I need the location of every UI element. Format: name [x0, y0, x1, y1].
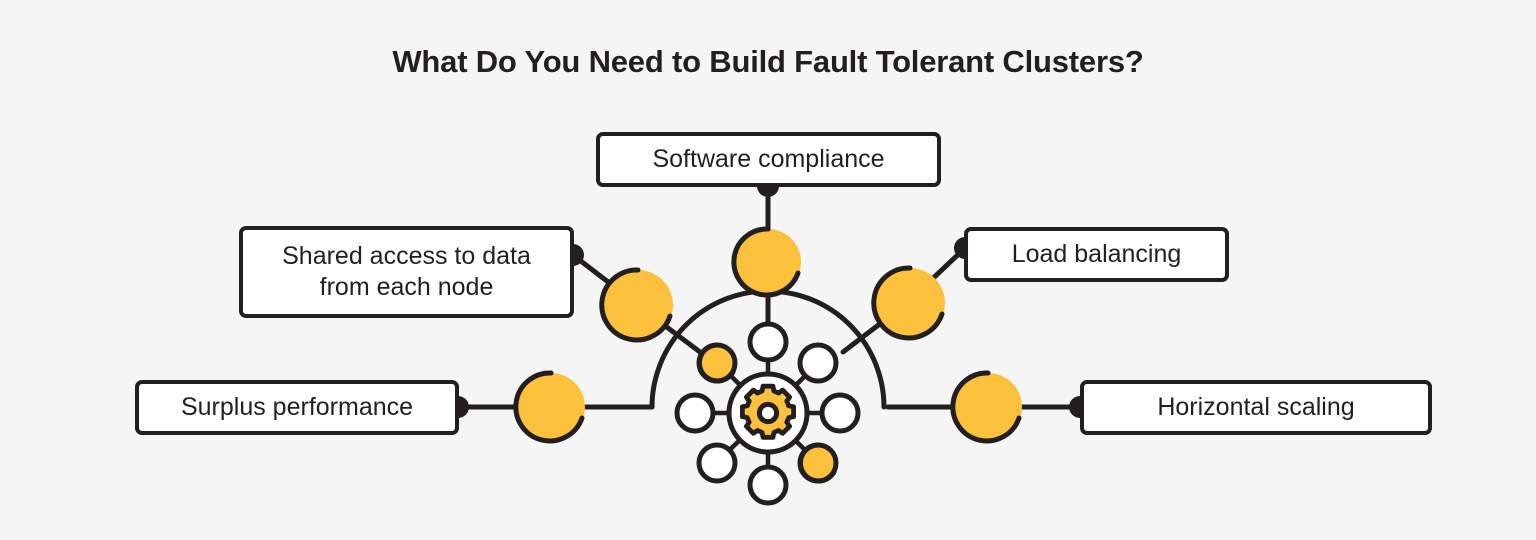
node-label-software-compliance: Software compliance [652, 145, 885, 173]
node-box-surplus-performance[interactable]: Surplus performance [135, 380, 459, 435]
hub-node-northeast [797, 342, 839, 384]
hub-group [674, 321, 861, 506]
node-label-horizontal-scaling: Horizontal scaling [1157, 393, 1355, 421]
hub-node-north [747, 321, 789, 363]
node-box-software-compliance[interactable]: Software compliance [596, 132, 941, 187]
hub-node-southwest [696, 442, 738, 484]
hub-node-west [674, 392, 716, 434]
node-label-shared-access-line1: Shared access to data [282, 242, 531, 270]
hub-node-east [819, 392, 861, 434]
node-label-shared-access-line2: from each node [319, 273, 494, 301]
diagram-canvas: What Do You Need to Build Fault Tolerant… [0, 0, 1536, 540]
node-label-load-balancing: Load balancing [1011, 240, 1182, 268]
gear-icon [739, 383, 797, 440]
hub-node-south [747, 464, 789, 506]
node-box-load-balancing[interactable]: Load balancing [964, 227, 1229, 282]
node-box-shared-access[interactable]: Shared access to data from each node [239, 226, 574, 318]
node-box-horizontal-scaling[interactable]: Horizontal scaling [1080, 380, 1432, 435]
node-label-surplus-performance: Surplus performance [180, 393, 414, 421]
fault-tolerant-cluster-diagram [447, 175, 1091, 506]
